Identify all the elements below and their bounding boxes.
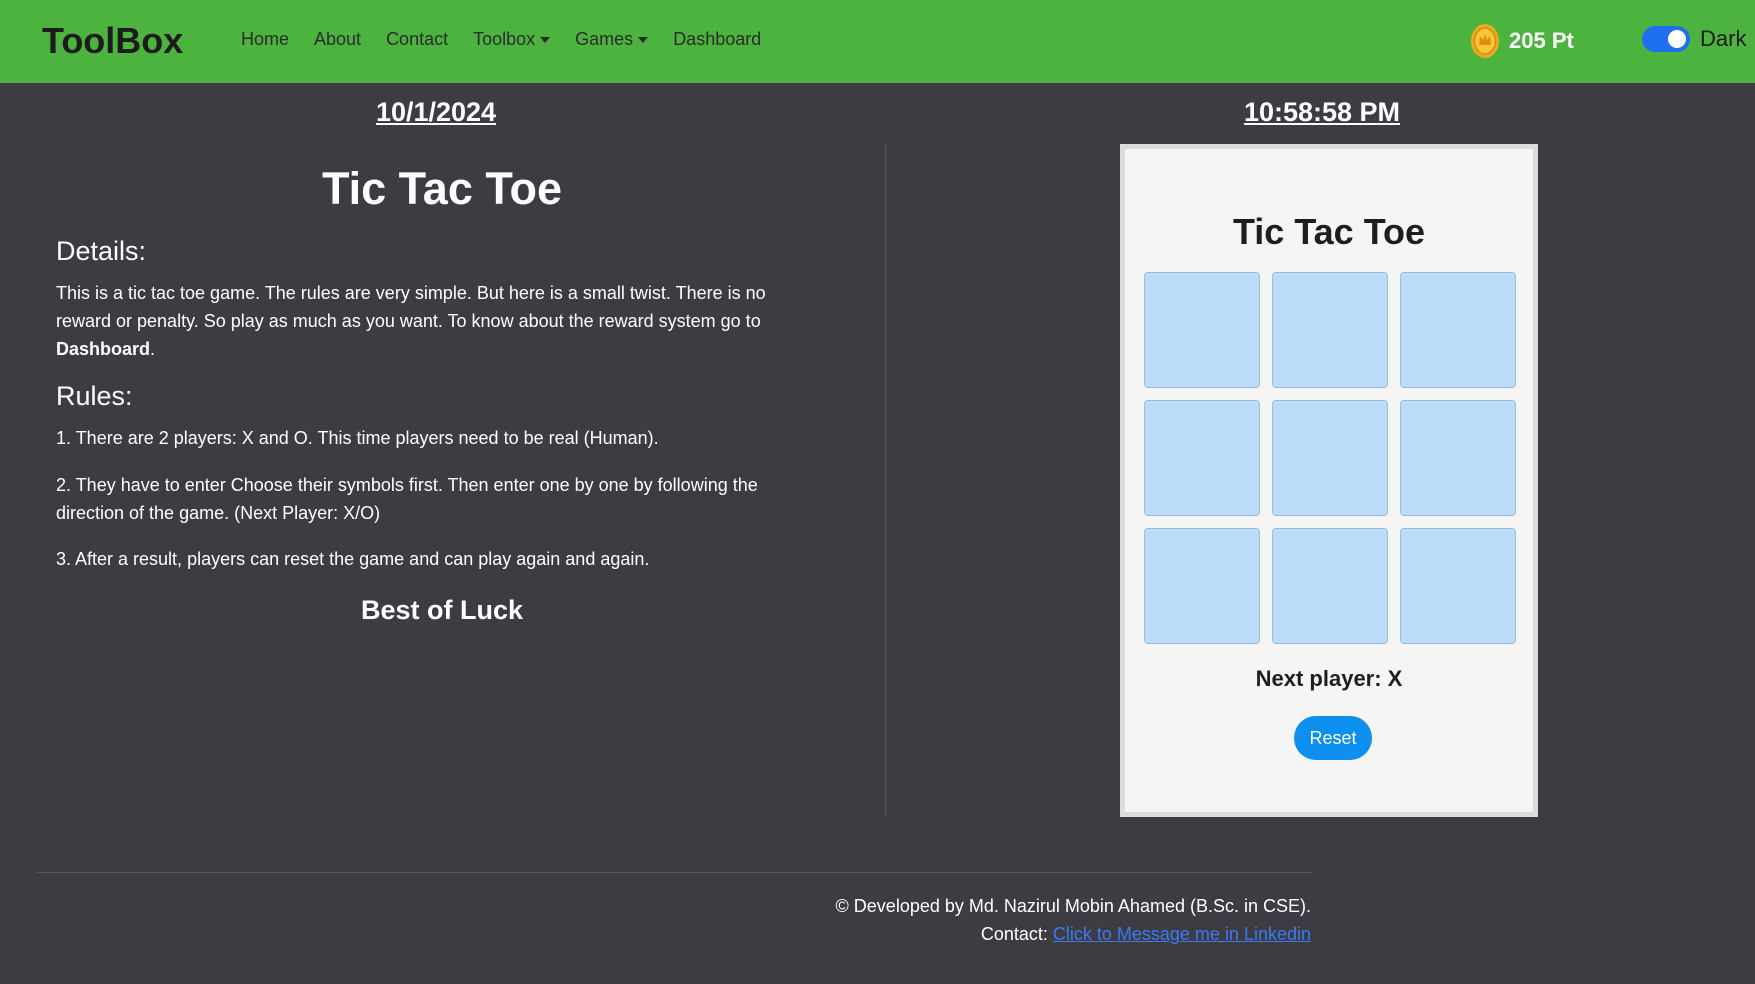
details-body: This is a tic tac toe game. The rules ar… [56, 283, 766, 331]
linkedin-link[interactable]: Click to Message me in Linkedin [1053, 924, 1311, 944]
caret-down-icon [540, 36, 551, 43]
page-title: Tic Tac Toe [321, 163, 563, 214]
rule-3: 3. After a result, players can reset the… [56, 549, 650, 569]
rule-1: 1. There are 2 players: X and O. This ti… [56, 428, 659, 448]
board-cell-8[interactable] [1272, 528, 1388, 644]
toggle-knob [1668, 30, 1686, 48]
nav-games-label: Games [575, 29, 634, 49]
footer-divider [37, 872, 1312, 873]
details-end: . [150, 339, 156, 359]
board-cell-4[interactable] [1144, 400, 1260, 516]
dashboard-reference: Dashboard [56, 339, 151, 359]
points-display: 205 Pt [1470, 23, 1574, 59]
dark-mode-toggle[interactable] [1642, 26, 1690, 52]
board-cell-2[interactable] [1272, 272, 1388, 388]
reset-button[interactable]: Reset [1294, 716, 1372, 760]
game-title: Tic Tac Toe [1232, 211, 1426, 252]
column-divider [885, 143, 886, 818]
nav-toolbox-label: Toolbox [473, 29, 536, 49]
board-cell-1[interactable] [1144, 272, 1260, 388]
theme-label: Dark [1700, 26, 1747, 51]
footer-contact: Contact: Click to Message me in Linkedin [981, 924, 1311, 945]
footer-credit: © Developed by Md. Nazirul Mobin Ahamed … [835, 896, 1311, 916]
current-date: 10/1/2024 [375, 97, 497, 127]
board-cell-6[interactable] [1400, 400, 1516, 516]
nav-contact-link[interactable]: Contact [386, 29, 448, 50]
board-cell-3[interactable] [1400, 272, 1516, 388]
board-cell-5[interactable] [1272, 400, 1388, 516]
navbar: ToolBox Home About Contact Toolbox Games… [0, 0, 1755, 83]
nav-toolbox-dropdown[interactable]: Toolbox [473, 29, 551, 50]
theme-toggle-group: Dark [1642, 26, 1746, 52]
game-status: Next player: X [1255, 666, 1403, 691]
coin-icon [1471, 24, 1499, 58]
details-heading: Details: [56, 236, 147, 266]
points-value: 205 Pt [1509, 28, 1574, 53]
rules-heading: Rules: [56, 381, 133, 411]
contact-label: Contact: [980, 924, 1053, 944]
nav-games-dropdown[interactable]: Games [575, 29, 649, 50]
best-of-luck: Best of Luck [360, 595, 524, 625]
game-card: Tic Tac Toe Next player: X Reset [1120, 144, 1538, 817]
nav-links: Home About Contact Toolbox Games Dashboa… [241, 29, 786, 50]
game-board [1144, 272, 1516, 644]
nav-home-link[interactable]: Home [241, 29, 289, 50]
board-cell-7[interactable] [1144, 528, 1260, 644]
nav-about-link[interactable]: About [314, 29, 361, 50]
nav-dashboard-link[interactable]: Dashboard [673, 29, 761, 50]
rule-2: 2. They have to enter Choose their symbo… [56, 475, 758, 523]
brand-logo[interactable]: ToolBox [42, 20, 183, 62]
caret-down-icon [638, 36, 649, 43]
current-time: 10:58:58 PM [1243, 97, 1401, 127]
board-cell-9[interactable] [1400, 528, 1516, 644]
details-text: This is a tic tac toe game. The rules ar… [56, 279, 796, 363]
